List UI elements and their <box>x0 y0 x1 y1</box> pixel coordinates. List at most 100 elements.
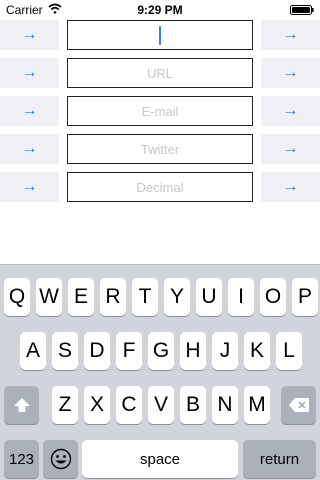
text-field[interactable] <box>67 20 253 50</box>
clock-time: 9:29 PM <box>137 3 183 17</box>
key-label: B <box>185 393 200 416</box>
key-label: X <box>89 393 104 416</box>
keyboard: Q W E R T Y U I O P A S D F G H J K L Z X C V B N M 123 space return <box>0 264 320 480</box>
key-z[interactable]: Z <box>52 386 78 424</box>
key-e[interactable]: E <box>68 278 94 316</box>
key-label: space <box>139 450 181 468</box>
key-label: R <box>105 285 121 308</box>
previous-field-button[interactable]: → <box>0 20 59 50</box>
next-field-button[interactable]: → <box>261 58 320 88</box>
key-label: C <box>121 393 137 416</box>
key-label: W <box>39 285 59 308</box>
form-row: → URL → <box>0 58 320 88</box>
key-l[interactable]: L <box>276 332 302 370</box>
form-row: → E-mail → <box>0 96 320 126</box>
key-b[interactable]: B <box>180 386 206 424</box>
text-field[interactable]: URL <box>67 58 253 88</box>
key-label: V <box>153 393 168 416</box>
emoji-smiley-icon <box>50 448 71 470</box>
key-label: return <box>259 450 300 468</box>
arrow-right-icon: → <box>282 140 299 157</box>
key-label: N <box>217 393 233 416</box>
previous-field-button[interactable]: → <box>0 134 59 164</box>
key-n[interactable]: N <box>212 386 238 424</box>
key-x[interactable]: X <box>84 386 110 424</box>
key-label: Z <box>58 393 72 416</box>
key-c[interactable]: C <box>116 386 142 424</box>
form-row: → Decimal → <box>0 172 320 202</box>
key-label: O <box>264 285 282 308</box>
text-cursor <box>159 25 161 45</box>
key-u[interactable]: U <box>196 278 222 316</box>
text-field[interactable]: Decimal <box>67 172 253 202</box>
return-key[interactable]: return <box>243 440 316 478</box>
key-r[interactable]: R <box>100 278 126 316</box>
battery-icon <box>290 5 314 15</box>
key-f[interactable]: F <box>116 332 142 370</box>
key-label: D <box>89 339 105 362</box>
next-field-button[interactable]: → <box>261 134 320 164</box>
key-g[interactable]: G <box>148 332 174 370</box>
key-label: J <box>219 339 231 362</box>
key-k[interactable]: K <box>244 332 270 370</box>
previous-field-button[interactable]: → <box>0 58 59 88</box>
field-placeholder: E-mail <box>141 103 179 119</box>
arrow-right-icon: → <box>21 178 38 195</box>
delete-backspace-icon <box>288 398 309 412</box>
key-label: S <box>57 339 72 362</box>
arrow-right-icon: → <box>282 64 299 81</box>
key-w[interactable]: W <box>36 278 62 316</box>
next-field-button[interactable]: → <box>261 96 320 126</box>
arrow-right-icon: → <box>282 26 299 43</box>
key-h[interactable]: H <box>180 332 206 370</box>
key-label: A <box>25 339 40 362</box>
key-t[interactable]: T <box>132 278 158 316</box>
text-field[interactable]: Twitter <box>67 134 253 164</box>
previous-field-button[interactable]: → <box>0 172 59 202</box>
key-label: P <box>297 285 312 308</box>
arrow-right-icon: → <box>282 102 299 119</box>
key-label: F <box>122 339 136 362</box>
emoji-key[interactable] <box>43 440 78 478</box>
arrow-right-icon: → <box>282 178 299 195</box>
key-label: H <box>185 339 201 362</box>
key-m[interactable]: M <box>244 386 270 424</box>
space-key[interactable]: space <box>82 440 238 478</box>
next-field-button[interactable]: → <box>261 172 320 202</box>
key-label: 123 <box>8 450 35 468</box>
key-i[interactable]: I <box>228 278 254 316</box>
key-label: Q <box>8 285 26 308</box>
key-d[interactable]: D <box>84 332 110 370</box>
form-row: → → <box>0 20 320 50</box>
numbers-key[interactable]: 123 <box>4 440 39 478</box>
key-label: U <box>201 285 217 308</box>
screen: Carrier 9:29 PM → → → URL → → E-mail → → Twitter →… <box>0 0 320 480</box>
shift-key[interactable] <box>4 386 39 424</box>
arrow-right-icon: → <box>21 140 38 157</box>
shift-arrow-icon <box>13 398 30 412</box>
key-v[interactable]: V <box>148 386 174 424</box>
field-placeholder: URL <box>146 65 173 81</box>
delete-key[interactable] <box>281 386 316 424</box>
key-s[interactable]: S <box>52 332 78 370</box>
key-y[interactable]: Y <box>164 278 190 316</box>
form-row: → Twitter → <box>0 134 320 164</box>
arrow-right-icon: → <box>21 102 38 119</box>
field-placeholder: Twitter <box>140 141 180 157</box>
field-placeholder: Decimal <box>136 179 184 195</box>
key-j[interactable]: J <box>212 332 238 370</box>
previous-field-button[interactable]: → <box>0 96 59 126</box>
key-o[interactable]: O <box>260 278 286 316</box>
key-a[interactable]: A <box>20 332 46 370</box>
text-field[interactable]: E-mail <box>67 96 253 126</box>
key-label: L <box>283 339 295 362</box>
key-label: Y <box>169 285 184 308</box>
key-label: K <box>249 339 264 362</box>
key-p[interactable]: P <box>292 278 318 316</box>
key-q[interactable]: Q <box>4 278 30 316</box>
arrow-right-icon: → <box>21 64 38 81</box>
key-label: T <box>138 285 152 308</box>
arrow-right-icon: → <box>21 26 38 43</box>
key-label: M <box>248 393 266 416</box>
next-field-button[interactable]: → <box>261 20 320 50</box>
